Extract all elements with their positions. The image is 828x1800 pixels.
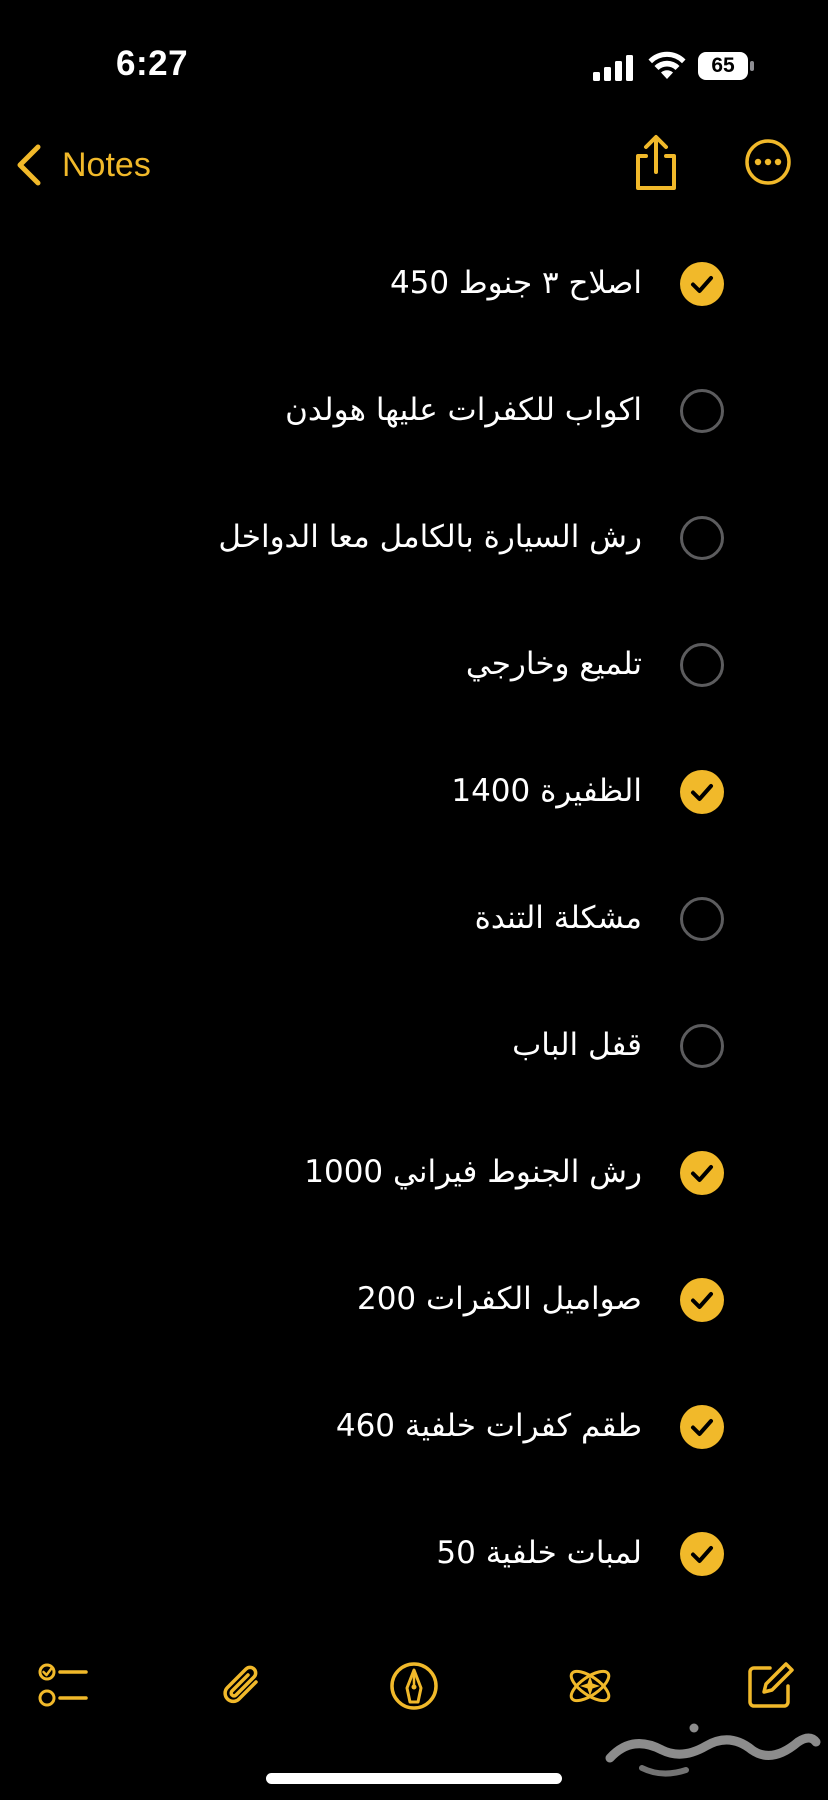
checkmark-circle-icon[interactable] [680, 1278, 724, 1322]
checklist-item[interactable]: رش الجنوط فيراني 1000 [0, 1132, 828, 1212]
checklist-item[interactable]: اصلاح ٣ جنوط 450 [0, 243, 828, 323]
checklist-item[interactable]: تلميع وخارجي [0, 624, 828, 704]
checklist-item-text[interactable]: تلميع وخارجي [466, 624, 642, 704]
checklist-item[interactable]: لمبات خلفية 50 [0, 1513, 828, 1593]
checkmark-icon [691, 1419, 713, 1436]
checklist-item[interactable]: مشكلة التندة [0, 878, 828, 958]
share-icon[interactable] [628, 132, 684, 196]
notes-screen: 6:27 65 Notes اصلاح ٣ جنوط 450 اكواب للك… [0, 0, 828, 1800]
checkmark-circle-icon[interactable] [680, 1532, 724, 1576]
checklist-item-text[interactable]: مشكلة التندة [475, 878, 642, 958]
more-options-icon[interactable] [744, 138, 792, 186]
empty-circle-icon[interactable] [680, 1024, 724, 1068]
checkmark-icon [691, 784, 713, 801]
haraj-watermark-logo [605, 1723, 821, 1777]
apple-intelligence-icon[interactable] [564, 1660, 616, 1712]
checkmark-icon [691, 1165, 713, 1182]
empty-circle-icon[interactable] [680, 897, 724, 941]
chevron-left-icon [17, 144, 41, 186]
checkmark-icon [691, 1292, 713, 1309]
checklist-item-text[interactable]: اصلاح ٣ جنوط 450 [390, 243, 642, 323]
status-time: 6:27 [116, 44, 189, 83]
checklist-item[interactable]: طقم كفرات خلفية 460 [0, 1386, 828, 1466]
checklist-item[interactable]: اكواب للكفرات عليها هولدن [0, 370, 828, 450]
markup-pen-icon[interactable] [388, 1660, 440, 1712]
checkmark-icon [691, 1546, 713, 1563]
checklist-item[interactable]: صواميل الكفرات 200 [0, 1259, 828, 1339]
checklist-item-text[interactable]: صواميل الكفرات 200 [357, 1259, 642, 1339]
compose-icon[interactable] [744, 1660, 796, 1712]
checklist-item-text[interactable]: رش السيارة بالكامل معا الدواخل [218, 497, 642, 577]
checklist-item-text[interactable]: الظفيرة 1400 [451, 751, 642, 831]
checklist-item[interactable]: رش السيارة بالكامل معا الدواخل [0, 497, 828, 577]
checklist-icon[interactable] [36, 1660, 88, 1712]
checkmark-icon [691, 276, 713, 293]
checklist-item[interactable]: الظفيرة 1400 [0, 751, 828, 831]
bottom-toolbar [0, 1650, 828, 1720]
back-button-label: Notes [62, 145, 151, 184]
checklist-item-text[interactable]: رش الجنوط فيراني 1000 [304, 1132, 642, 1212]
home-indicator[interactable] [266, 1773, 562, 1784]
battery-level: 65 [711, 54, 735, 77]
checklist-item-text[interactable]: طقم كفرات خلفية 460 [336, 1386, 642, 1466]
checklist-item[interactable]: قفل الباب [0, 1005, 828, 1085]
checkmark-circle-icon[interactable] [680, 1151, 724, 1195]
checklist-item-text[interactable]: قفل الباب [512, 1005, 642, 1085]
paperclip-icon[interactable] [216, 1660, 268, 1712]
navigation-bar: Notes [0, 120, 828, 210]
checklist-item-text[interactable]: اكواب للكفرات عليها هولدن [285, 370, 642, 450]
battery-icon: 65 [698, 52, 754, 80]
status-bar: 6:27 65 [0, 0, 828, 120]
empty-circle-icon[interactable] [680, 516, 724, 560]
empty-circle-icon[interactable] [680, 389, 724, 433]
checkmark-circle-icon[interactable] [680, 770, 724, 814]
checkmark-circle-icon[interactable] [680, 1405, 724, 1449]
checklist-item-text[interactable]: لمبات خلفية 50 [436, 1513, 642, 1593]
empty-circle-icon[interactable] [680, 643, 724, 687]
cellular-signal-icon [593, 55, 633, 81]
back-button[interactable]: Notes [14, 135, 151, 195]
wifi-icon [648, 51, 686, 79]
checkmark-circle-icon[interactable] [680, 262, 724, 306]
